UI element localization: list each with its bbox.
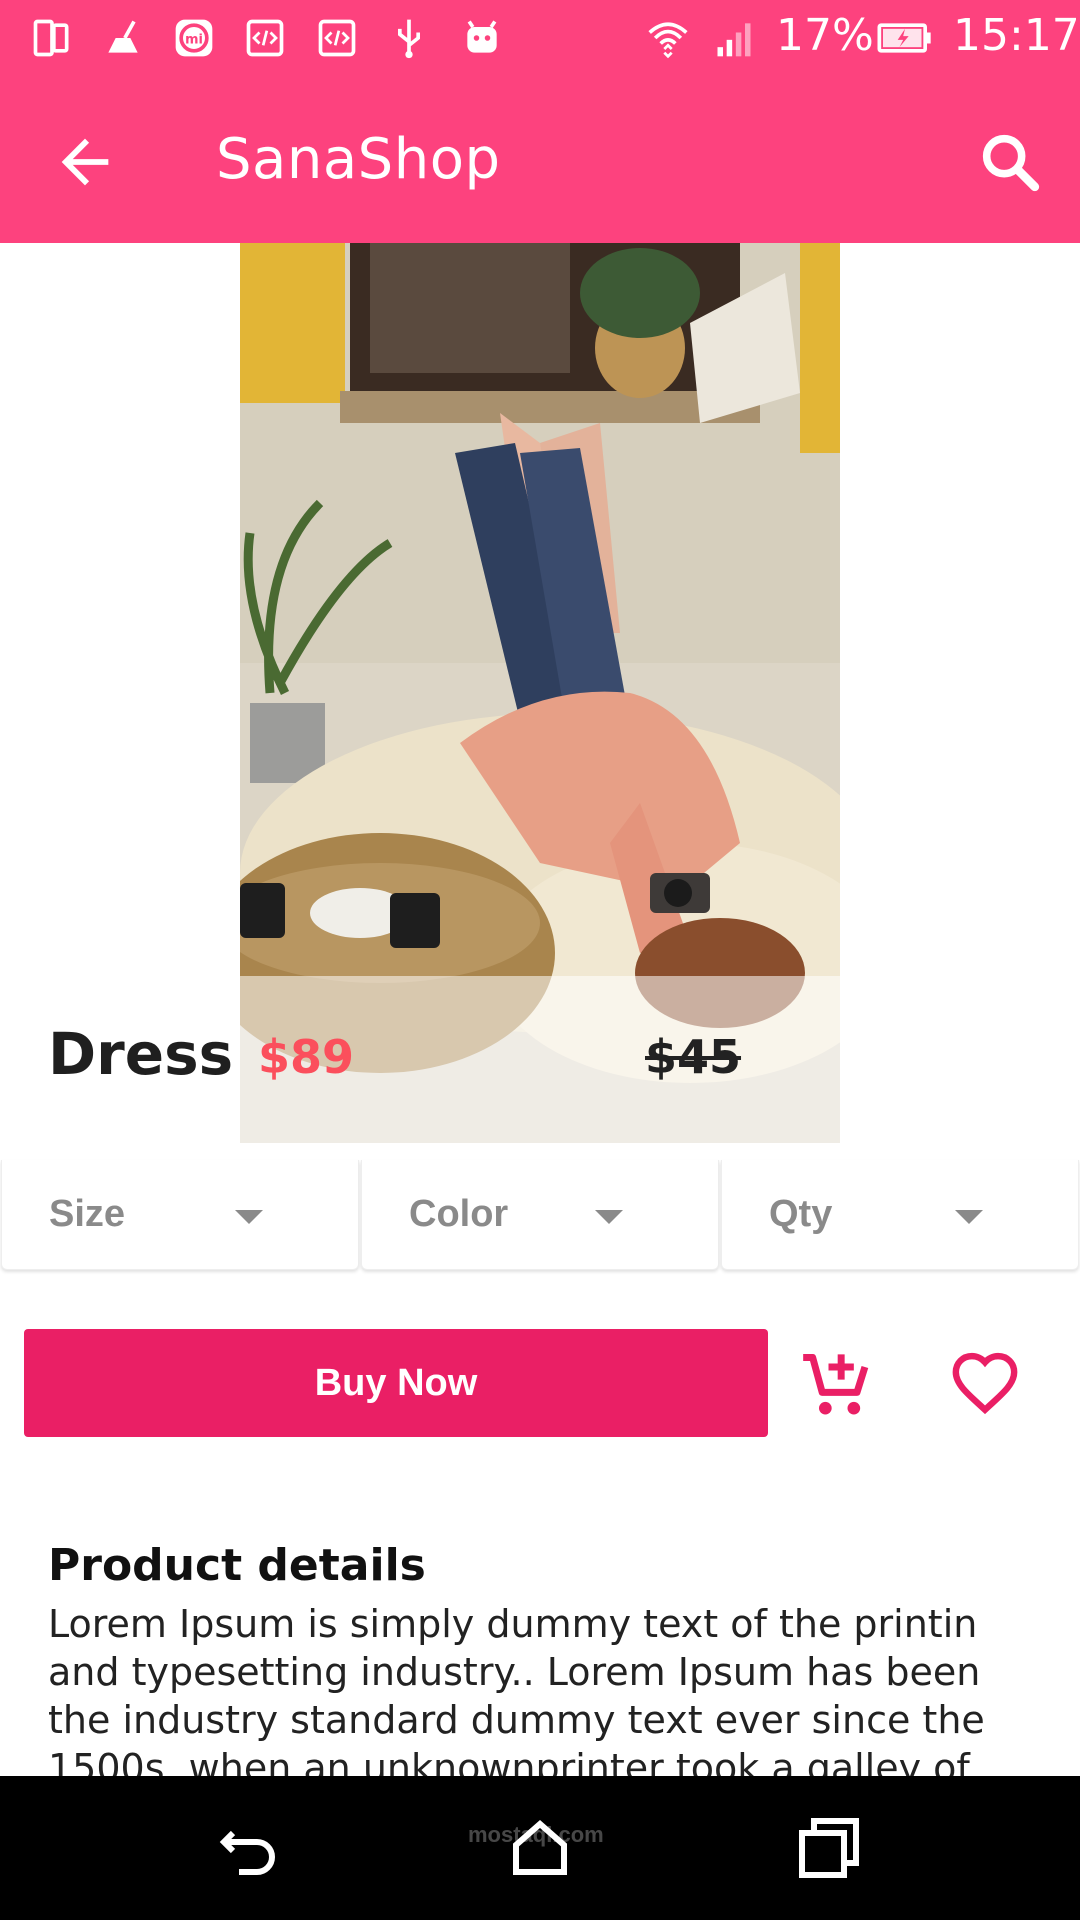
product-image[interactable]	[240, 243, 840, 1143]
search-icon	[982, 134, 1040, 192]
app-bar: SanaShop	[0, 75, 1080, 243]
qty-dropdown[interactable]: Qty	[721, 1160, 1079, 1270]
recents-nav-icon	[799, 1818, 859, 1878]
color-dropdown[interactable]: Color	[361, 1160, 719, 1270]
app-title: SanaShop	[216, 127, 501, 192]
back-nav-icon	[219, 1830, 275, 1875]
product-name: Dress	[48, 1020, 234, 1088]
add-to-cart-button[interactable]	[800, 1348, 876, 1424]
chevron-down-icon	[955, 1210, 983, 1224]
details-body: Lorem Ipsum is simply dummy text of the …	[48, 1602, 985, 1778]
status-bar: mi 17% 15:17	[0, 0, 1080, 75]
back-button[interactable]	[50, 127, 120, 197]
system-nav-bar	[0, 1776, 1080, 1920]
svg-text:mi: mi	[185, 33, 203, 48]
android-icon	[458, 14, 506, 62]
chevron-down-icon	[235, 1210, 263, 1224]
qty-label: Qty	[769, 1193, 833, 1235]
arrow-back-icon	[61, 138, 109, 186]
back-nav-button[interactable]	[215, 1812, 287, 1884]
size-dropdown[interactable]: Size	[1, 1160, 359, 1270]
option-selectors: Size Color Qty	[0, 1160, 1080, 1270]
tablet-icon	[28, 14, 76, 62]
color-label: Color	[409, 1193, 509, 1235]
code-icon	[313, 14, 361, 62]
add-to-cart-icon	[803, 1354, 869, 1415]
mi-icon: mi	[170, 14, 218, 62]
heart-icon	[952, 1352, 1018, 1415]
battery-percent: 17%	[776, 10, 874, 61]
wifi-icon	[644, 14, 692, 62]
search-button[interactable]	[975, 127, 1045, 197]
signal-icon	[710, 14, 758, 62]
details-title: Product details	[48, 1540, 426, 1591]
recents-nav-button[interactable]	[793, 1812, 865, 1884]
original-price: $45	[645, 1030, 742, 1084]
clock: 15:17	[953, 10, 1080, 61]
favorite-button[interactable]	[950, 1350, 1020, 1420]
broom-icon	[99, 14, 147, 62]
battery-charging-icon	[876, 14, 934, 62]
code-icon	[241, 14, 289, 62]
sale-price: $89	[258, 1030, 355, 1084]
size-label: Size	[49, 1193, 126, 1235]
buy-now-button[interactable]: Buy Now	[24, 1329, 768, 1437]
chevron-down-icon	[595, 1210, 623, 1224]
usb-icon	[385, 14, 433, 62]
watermark: mostaql.com	[468, 1822, 604, 1847]
